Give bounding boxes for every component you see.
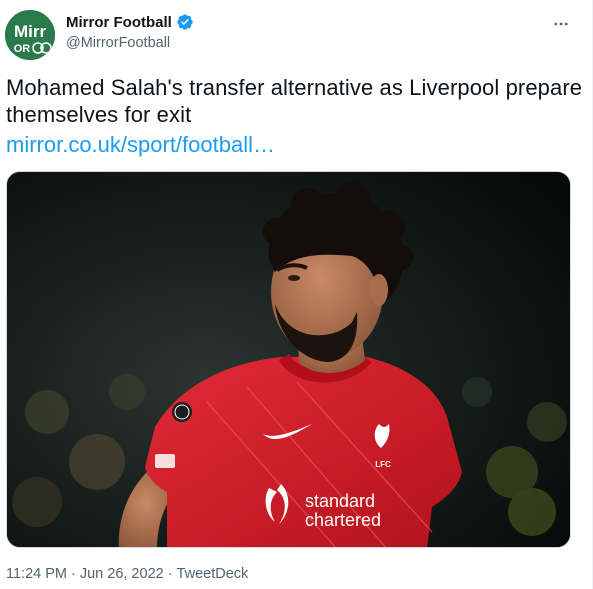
svg-text:LFC: LFC — [375, 460, 391, 469]
separator: · — [71, 566, 76, 582]
verified-badge-icon — [177, 14, 193, 30]
tweet-card: Mirr OR Mirror Football @MirrorFootball … — [0, 0, 593, 589]
author-handle[interactable]: @MirrorFootball — [66, 35, 170, 51]
tweet-text: Mohamed Salah's transfer alternative as … — [6, 75, 583, 127]
tweet-photo[interactable]: LFC standard chartered — [6, 171, 571, 548]
salah-photo: LFC standard chartered — [7, 172, 570, 547]
svg-text:Mirr: Mirr — [14, 22, 47, 41]
svg-text:chartered: chartered — [305, 510, 381, 530]
tweet-meta: 11:24 PM · Jun 26, 2022 · TweetDeck — [6, 566, 248, 582]
more-icon — [554, 22, 568, 26]
tweet-date[interactable]: Jun 26, 2022 — [80, 566, 164, 582]
tweet-source[interactable]: TweetDeck — [177, 566, 249, 582]
svg-text:standard: standard — [305, 491, 375, 511]
avatar[interactable]: Mirr OR — [5, 10, 55, 60]
author-name[interactable]: Mirror Football — [66, 13, 194, 31]
article-link[interactable]: mirror.co.uk/sport/football… — [6, 131, 275, 158]
mirror-football-logo: Mirr OR — [5, 10, 55, 60]
svg-text:OR: OR — [14, 43, 31, 55]
more-options-button[interactable] — [550, 13, 572, 35]
separator: · — [167, 566, 173, 582]
tweet-time[interactable]: 11:24 PM — [6, 566, 67, 582]
author-name-label: Mirror Football — [66, 13, 172, 31]
